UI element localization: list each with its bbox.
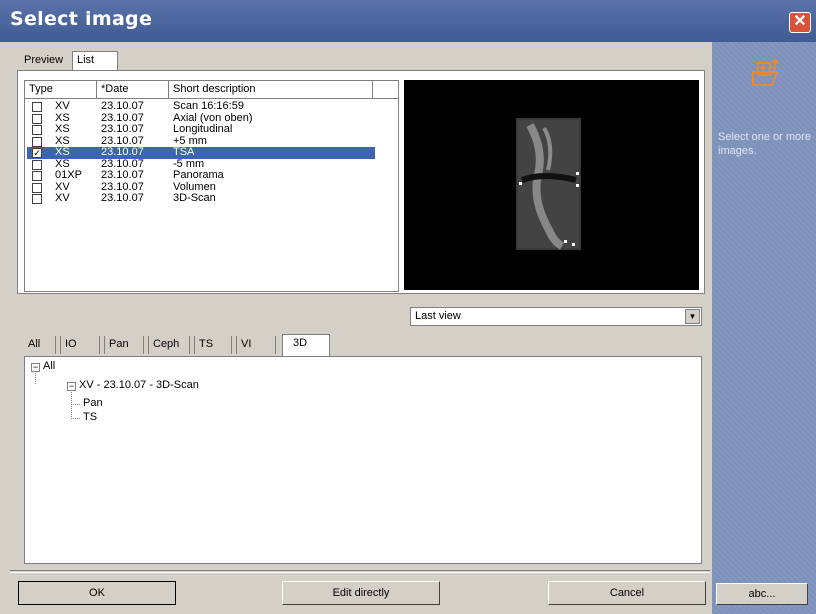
- view-select-value: Last view: [415, 310, 461, 322]
- list-item[interactable]: XS 23.10.07 +5 mm: [27, 135, 375, 148]
- column-filler: [373, 81, 398, 99]
- edit-directly-button-label: Edit directly: [332, 587, 390, 599]
- tab-ceph[interactable]: Ceph: [148, 336, 190, 354]
- column-type-label: Type: [29, 83, 53, 95]
- row-checkbox[interactable]: [32, 159, 42, 170]
- list-item[interactable]: ✓ XS 23.10.07 TSA: [27, 146, 375, 159]
- row-checkbox[interactable]: ✓: [32, 148, 42, 158]
- title-bar: Select image ✕: [0, 0, 816, 42]
- select-image-dialog: Select image ✕ Preview List Type *Date S…: [0, 0, 816, 614]
- row-date: 23.10.07: [101, 100, 144, 112]
- tab-all-label: All: [28, 338, 41, 350]
- row-description: TSA: [173, 146, 195, 158]
- image-preview: [404, 80, 699, 290]
- window-title: Select image: [10, 8, 153, 30]
- tab-vi-label: VI: [241, 338, 252, 350]
- row-description: Longitudinal: [173, 123, 233, 135]
- tab-all[interactable]: All: [24, 336, 56, 354]
- row-type: 01XP: [55, 169, 82, 181]
- tab-io[interactable]: IO: [60, 336, 100, 354]
- row-type: XS: [55, 146, 70, 158]
- close-icon[interactable]: ✕: [789, 12, 811, 33]
- list-item[interactable]: 01XP 23.10.07 Panorama: [27, 169, 375, 182]
- column-date-label: *Date: [101, 83, 129, 95]
- column-date[interactable]: *Date: [97, 81, 169, 99]
- row-date: 23.10.07: [101, 169, 144, 181]
- column-description[interactable]: Short description: [169, 81, 373, 99]
- row-description: Scan 16:16:59: [173, 100, 244, 112]
- row-checkbox[interactable]: [32, 102, 42, 112]
- ok-button[interactable]: OK: [18, 581, 176, 605]
- row-type: XV: [55, 192, 70, 204]
- sidebar: [712, 42, 816, 614]
- tab-pan[interactable]: Pan: [104, 336, 144, 354]
- row-description: 3D-Scan: [173, 192, 216, 204]
- tab-list-label: List: [77, 54, 95, 66]
- separator: [10, 570, 710, 573]
- list-item[interactable]: XV 23.10.07 Scan 16:16:59: [27, 100, 375, 113]
- row-date: 23.10.07: [101, 192, 144, 204]
- image-folder-icon: [752, 58, 779, 86]
- cancel-button[interactable]: Cancel: [548, 581, 706, 605]
- row-checkbox[interactable]: [32, 194, 42, 204]
- tab-ceph-label: Ceph: [153, 338, 180, 350]
- tree-leaf-pan[interactable]: Pan: [83, 397, 103, 409]
- tab-preview-label: Preview: [24, 54, 64, 66]
- view-select[interactable]: Last view ▼: [410, 307, 702, 326]
- abc-button[interactable]: abc...: [716, 583, 808, 605]
- tab-pan-label: Pan: [109, 338, 129, 350]
- row-checkbox[interactable]: [32, 171, 42, 181]
- list-item[interactable]: XS 23.10.07 Longitudinal: [27, 123, 375, 136]
- row-description: Panorama: [173, 169, 224, 181]
- image-list[interactable]: Type *Date Short description XV 23.10.07 S…: [24, 80, 399, 292]
- row-date: 23.10.07: [101, 146, 144, 158]
- tab-ts[interactable]: TS: [194, 336, 232, 354]
- tree-node-3d-scan[interactable]: XV - 23.10.07 - 3D-Scan: [79, 379, 199, 391]
- edit-directly-button[interactable]: Edit directly: [282, 581, 440, 605]
- tab-3d[interactable]: 3D: [282, 334, 330, 356]
- ok-button-label: OK: [89, 587, 105, 599]
- cancel-button-label: Cancel: [609, 587, 645, 599]
- tab-3d-label: 3D: [293, 337, 308, 349]
- row-checkbox[interactable]: [32, 182, 42, 193]
- tab-io-label: IO: [65, 338, 77, 350]
- sidebar-hint: Select one or more images.: [718, 131, 811, 157]
- row-type: XV: [55, 100, 70, 112]
- chevron-down-icon[interactable]: ▼: [685, 309, 700, 324]
- abc-button-label: abc...: [748, 588, 776, 600]
- list-item[interactable]: XV 23.10.07 3D-Scan: [27, 192, 375, 205]
- tab-vi[interactable]: VI: [236, 336, 276, 354]
- tab-ts-label: TS: [199, 338, 214, 350]
- row-checkbox[interactable]: [32, 125, 42, 135]
- tab-preview[interactable]: Preview: [20, 52, 70, 70]
- column-description-label: Short description: [173, 83, 256, 95]
- tab-list[interactable]: List: [72, 51, 118, 71]
- row-checkbox[interactable]: [32, 113, 42, 124]
- collapse-icon[interactable]: −: [67, 382, 76, 391]
- image-tree[interactable]: − All − XV - 23.10.07 - 3D-Scan Pan TS: [24, 356, 702, 564]
- tree-leaf-ts[interactable]: TS: [83, 411, 97, 423]
- row-checkbox[interactable]: [32, 136, 42, 147]
- row-date: 23.10.07: [101, 123, 144, 135]
- row-type: XS: [55, 123, 70, 135]
- column-type[interactable]: Type: [25, 81, 97, 99]
